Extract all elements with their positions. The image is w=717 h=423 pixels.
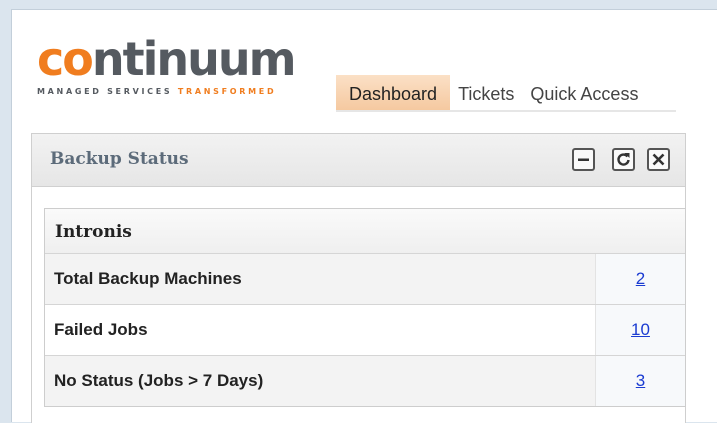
no-status-link[interactable]: 3: [636, 371, 645, 390]
table-row: Failed Jobs 10: [45, 305, 685, 356]
tab-dashboard[interactable]: Dashboard: [336, 75, 451, 110]
continuum-logo[interactable]: continuum MANAGED SERVICES TRANSFORMED: [37, 32, 297, 96]
tab-tickets[interactable]: Tickets: [450, 76, 522, 110]
logo-tagline: MANAGED SERVICES TRANSFORMED: [37, 87, 277, 96]
close-icon[interactable]: [647, 148, 670, 171]
logo-wordmark: continuum: [37, 32, 297, 86]
table-row: Total Backup Machines 2: [45, 254, 685, 305]
row-label: No Status (Jobs > 7 Days): [54, 371, 264, 390]
main-tabs: Dashboard Tickets Quick Access: [336, 75, 676, 112]
total-backup-machines-link[interactable]: 2: [636, 269, 645, 288]
row-value-cell: 3: [595, 356, 685, 406]
intronis-panel: Intronis Total Backup Machines 2 Failed …: [44, 208, 686, 407]
tab-quick-access[interactable]: Quick Access: [522, 76, 646, 110]
row-label: Failed Jobs: [54, 320, 148, 339]
panel-header: Intronis: [45, 209, 685, 254]
widget-title: Backup Status: [50, 149, 189, 169]
row-value-cell: 10: [595, 305, 685, 355]
failed-jobs-link[interactable]: 10: [631, 320, 650, 339]
minimize-icon[interactable]: [572, 148, 595, 171]
row-label: Total Backup Machines: [54, 269, 242, 288]
backup-status-widget: Backup Status Intronis Total Backup Mach…: [31, 133, 686, 423]
refresh-icon[interactable]: [612, 148, 635, 171]
panel-title: Intronis: [55, 222, 132, 242]
row-value-cell: 2: [595, 254, 685, 304]
table-row: No Status (Jobs > 7 Days) 3: [45, 356, 685, 406]
widget-header: Backup Status: [32, 134, 685, 187]
page: continuum MANAGED SERVICES TRANSFORMED D…: [11, 9, 717, 423]
